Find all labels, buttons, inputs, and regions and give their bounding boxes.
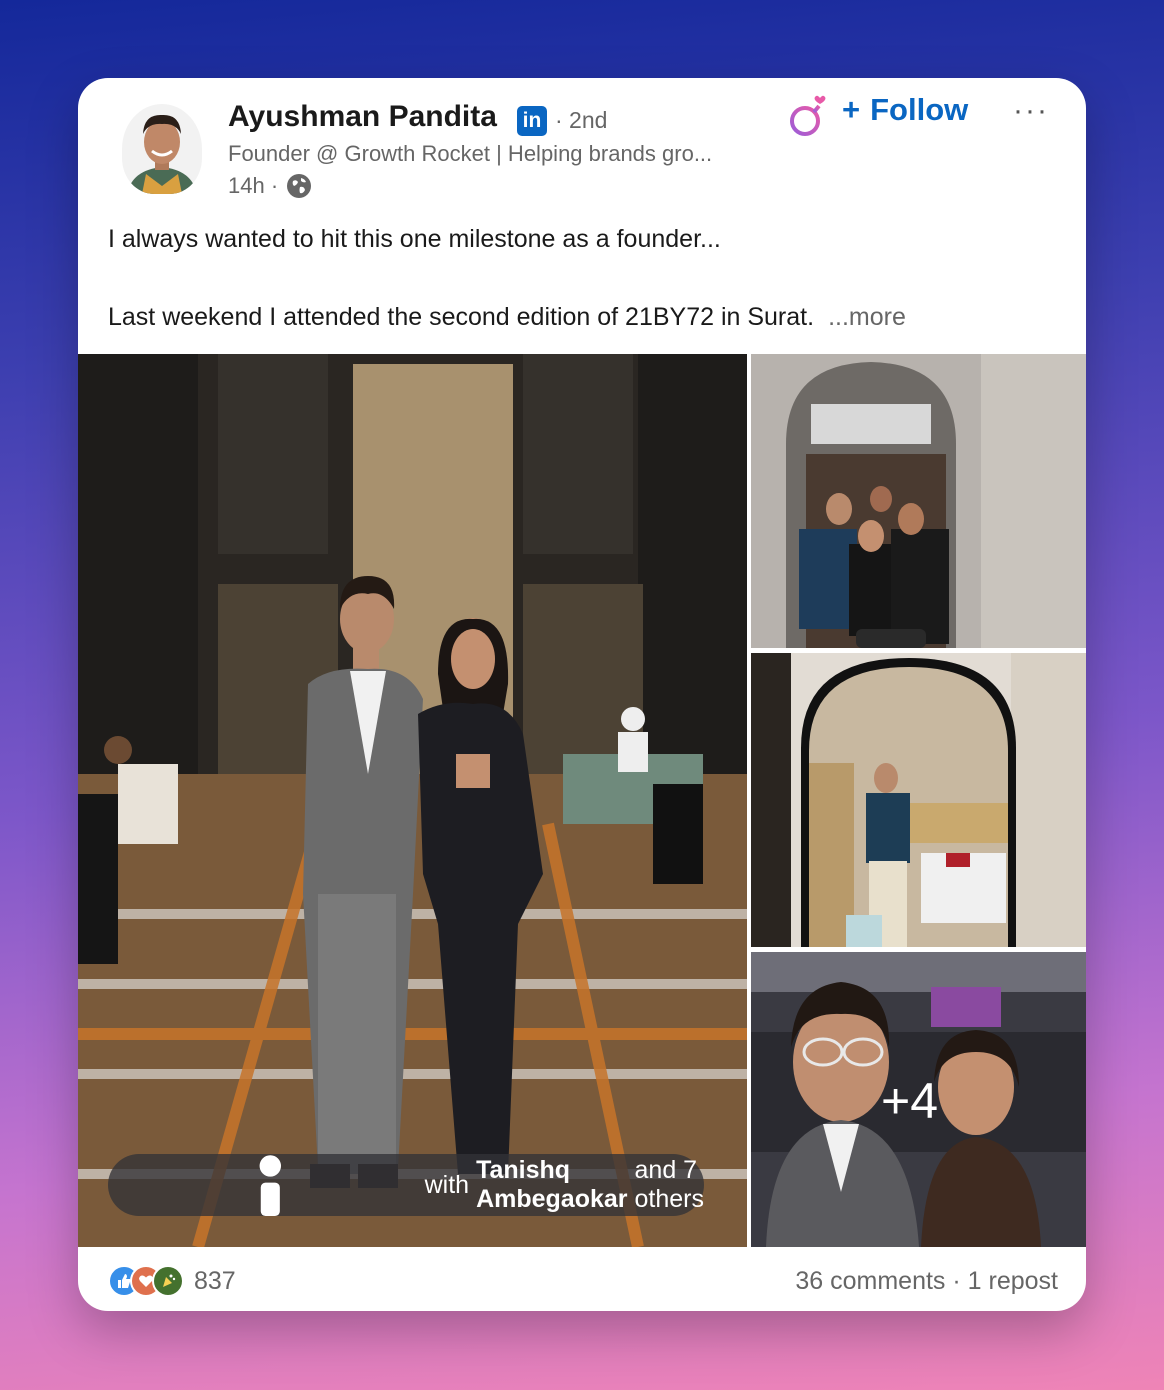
author-name[interactable]: Ayushman Pandita <box>228 100 497 134</box>
social-counts-bar: 837 36 comments · 1 repost <box>78 1247 1086 1311</box>
engagement-stats: 36 comments · 1 repost <box>795 1267 1058 1296</box>
plus-icon: + <box>842 92 861 127</box>
post-line-1: I always wanted to hit this one mileston… <box>108 225 721 253</box>
avatar[interactable] <box>122 104 202 194</box>
see-more-link[interactable]: ...more <box>828 303 906 331</box>
elevator-photo[interactable] <box>751 354 1086 648</box>
post-line-2: Last weekend I attended the second editi… <box>108 298 1048 336</box>
media-grid: with Tanishq Ambegaokar and 7 others +4 <box>78 354 1086 1247</box>
reactions-summary[interactable]: 837 <box>108 1265 236 1297</box>
follow-label: Follow <box>870 92 969 127</box>
gender-icon <box>790 95 826 136</box>
more-options-button[interactable]: ··· <box>1013 94 1049 128</box>
stats-separator: · <box>945 1267 968 1295</box>
post-time: 14h · <box>228 173 279 198</box>
post-body: I always wanted to hit this one mileston… <box>108 220 1048 336</box>
selfie-photo[interactable]: +4 <box>751 952 1086 1247</box>
celebrate-icon <box>152 1265 184 1297</box>
post-card: Ayushman Pandita in · 2nd Founder @ Grow… <box>78 78 1086 1311</box>
main-photo[interactable]: with Tanishq Ambegaokar and 7 others <box>78 354 747 1247</box>
connection-degree: · 2nd <box>555 107 608 133</box>
tag-prefix: with <box>424 1170 470 1199</box>
tagged-people-pill[interactable]: with Tanishq Ambegaokar and 7 others <box>108 1154 704 1216</box>
comments-count-link[interactable]: 36 comments <box>795 1267 945 1295</box>
tag-suffix[interactable]: and 7 others <box>635 1156 704 1214</box>
globe-icon <box>287 174 312 198</box>
author-headline: Founder @ Growth Rocket | Helping brands… <box>228 141 713 166</box>
more-photos-count[interactable]: +4 <box>881 1072 938 1130</box>
post-meta: 14h · <box>228 173 312 199</box>
reaction-count: 837 <box>194 1266 236 1295</box>
reposts-count-link[interactable]: 1 repost <box>968 1267 1058 1295</box>
linkedin-badge-icon: in <box>517 106 547 136</box>
follow-button[interactable]: + Follow <box>842 92 968 128</box>
hotel-room-photo[interactable] <box>751 653 1086 947</box>
person-icon <box>259 1155 282 1216</box>
tagged-person-name[interactable]: Tanishq Ambegaokar <box>476 1156 627 1214</box>
post-line-2-text: Last weekend I attended the second editi… <box>108 303 815 331</box>
